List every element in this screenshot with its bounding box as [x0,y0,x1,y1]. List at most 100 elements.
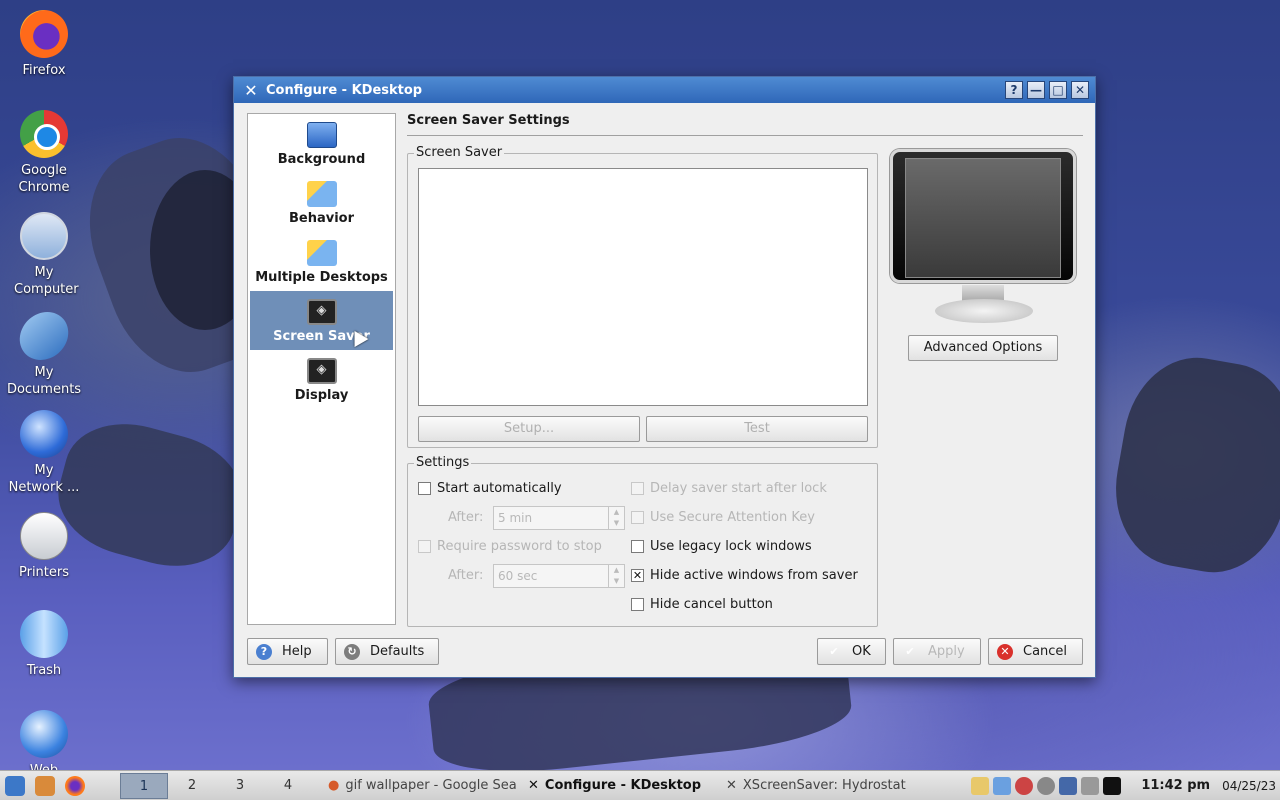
button-label: Apply [928,644,965,659]
group-legend: Settings [414,455,472,470]
x-app-icon: ✕ [528,778,539,793]
hide-active-windows-checkbox[interactable]: ✕ Hide active windows from saver [631,568,858,583]
security-icon[interactable] [1015,776,1034,795]
firefox-icon [20,10,68,58]
cancel-button[interactable]: ✕ Cancel [988,638,1083,665]
spin-arrows-icon[interactable]: ▲ ▼ [608,507,624,529]
task-button-google-search[interactable]: ● gif wallpaper - Google Sea [322,773,522,799]
legacy-lock-checkbox[interactable]: Use legacy lock windows [631,539,812,554]
desktop-icon-my-computer[interactable]: My Computer [2,212,86,298]
firefox-launcher[interactable] [60,773,90,799]
category-sidebar: Background Behavior Multiple Desktops Sc… [247,113,396,625]
terminal-icon[interactable] [1103,776,1122,795]
configure-dialog: ✕ Configure - KDesktop ? — □ ✕ Backgroun… [233,76,1096,678]
secure-attention-key-checkbox[interactable]: Use Secure Attention Key [631,510,815,525]
desktop-icon-label: My Documents [6,365,82,397]
help-button[interactable]: ? Help [247,638,328,665]
task-button-configure-kdesktop[interactable]: ✕ Configure - KDesktop [522,773,720,799]
minimize-button[interactable]: — [1027,81,1045,99]
sidebar-item-background[interactable]: Background [248,114,395,173]
desktop-icon-printers[interactable]: Printers [2,512,86,581]
taskbar: 1 2 3 4 ● gif wallpaper - Google Sea ✕ C… [0,770,1280,800]
desktop-icon-trash[interactable]: Trash [2,610,86,679]
monitor-preview [890,149,1076,283]
checkbox-label: Use legacy lock windows [650,539,812,554]
checkbox-box [418,540,431,553]
sidebar-item-display[interactable]: Display [248,350,395,409]
advanced-options-button[interactable]: Advanced Options [908,335,1058,361]
chrome-icon [20,110,68,158]
checkbox-label: Require password to stop [437,539,602,554]
desktop-icon-label: Printers [18,565,70,580]
close-button[interactable]: ✕ [1071,81,1089,99]
start-automatically-checkbox[interactable]: Start automatically [418,481,562,496]
preview-screen [905,158,1061,278]
dialog-button-bar: ? Help ↻ Defaults ✔ OK ✔ Apply ✕ Cancel [247,638,1083,666]
klipper-icon[interactable] [971,776,990,795]
reset-icon: ↻ [344,643,360,660]
page-title: Screen Saver Settings [407,113,570,128]
checkbox-label: Hide cancel button [650,597,773,612]
desktop-icon-firefox[interactable]: Firefox [2,10,86,79]
spin-arrows-icon[interactable]: ▲ ▼ [608,565,624,587]
maximize-button[interactable]: □ [1049,81,1067,99]
sidebar-item-multiple-desktops[interactable]: Multiple Desktops [248,232,395,291]
help-title-button[interactable]: ? [1005,81,1023,99]
test-button[interactable]: Test [646,416,868,442]
x-app-icon: ✕ [726,778,737,793]
clock[interactable]: 11:42 pm [1141,778,1210,793]
hide-cancel-button-checkbox[interactable]: Hide cancel button [631,597,773,612]
screen-saver-list[interactable] [418,168,868,406]
button-label: Help [282,644,312,659]
desktop-switch-1[interactable]: 1 [120,772,168,799]
window-title: Configure - KDesktop [266,82,423,98]
password-after-spinbox[interactable]: 60 sec ▲ ▼ [493,564,625,588]
defaults-button[interactable]: ↻ Defaults [335,638,439,665]
network-icon[interactable] [1037,776,1056,795]
wallpaper-shape [1103,346,1280,584]
display-settings-icon[interactable] [1059,776,1078,795]
printer-icon [20,512,68,560]
checkbox-box [631,482,644,495]
checkmark-icon: ✔ [905,644,915,658]
home-launcher[interactable] [30,773,60,799]
window-titlebar[interactable]: ✕ Configure - KDesktop ? — □ ✕ [234,77,1095,103]
checkbox-label: Start automatically [437,481,562,496]
setup-button[interactable]: Setup... [418,416,640,442]
require-password-checkbox[interactable]: Require password to stop [418,539,602,554]
desktop-switch-4[interactable]: 4 [264,773,312,799]
screen-saver-group: Screen Saver Setup... Test [407,145,878,448]
title-divider [407,135,1083,136]
desktop-icon-my-network[interactable]: My Network ... [2,410,86,496]
sidebar-item-behavior[interactable]: Behavior [248,173,395,232]
delay-saver-checkbox[interactable]: Delay saver start after lock [631,481,827,496]
apply-button[interactable]: ✔ Apply [893,638,981,665]
after-label: After: [448,510,484,525]
desktop-switch-3[interactable]: 3 [216,773,264,799]
home-icon [35,775,55,796]
volume-icon[interactable] [1081,776,1100,795]
desktop-icon-label: Firefox [22,63,66,78]
checkbox-box [631,511,644,524]
checkbox-box [631,540,644,553]
desktop-icon-my-documents[interactable]: My Documents [2,312,86,398]
ok-button[interactable]: ✔ OK [817,638,886,665]
sidebar-item-screen-saver[interactable]: Screen Saver [250,291,393,350]
desktop-icon-chrome[interactable]: Google Chrome [2,110,86,196]
notes-icon[interactable] [993,776,1012,795]
kde-menu-button[interactable] [0,773,30,799]
cancel-icon: ✕ [997,643,1013,660]
task-button-xscreensaver[interactable]: ✕ XScreenSaver: Hydrostat [720,773,926,799]
checkbox-box [418,482,431,495]
start-after-spinbox[interactable]: 5 min ▲ ▼ [493,506,625,530]
button-label: Defaults [370,644,425,659]
desktop-switch-2[interactable]: 2 [168,773,216,799]
date: 04/25/23 [1222,778,1276,793]
firefox-icon: ● [328,778,340,793]
sidebar-item-label: Display [294,388,349,403]
desktop-icon-web[interactable]: Web [2,710,86,779]
help-icon: ? [256,643,272,660]
multiple-desktops-icon [306,240,337,266]
task-label: Configure - KDesktop [544,778,702,793]
kde-menu-icon [5,775,25,796]
